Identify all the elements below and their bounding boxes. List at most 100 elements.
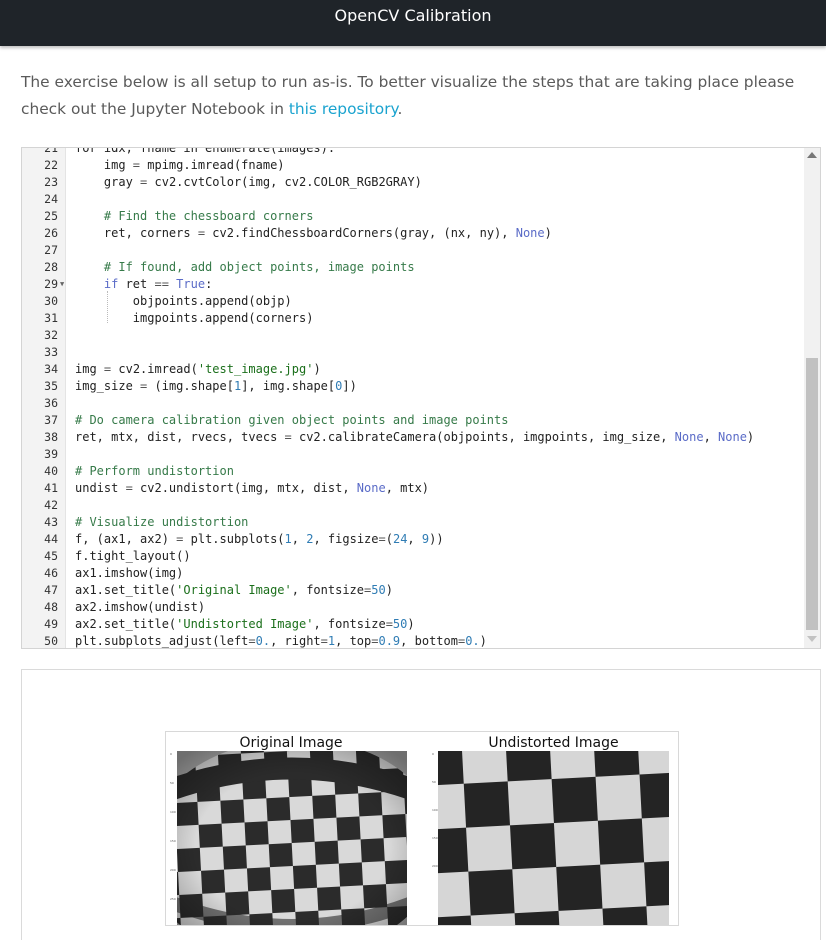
code-line[interactable]: 47 ax1.set_title('Original Image', fontsi…: [22, 582, 806, 599]
code-token: if: [75, 277, 119, 291]
line-number: 33: [44, 345, 58, 359]
code-editor[interactable]: 21 for idx, fname in enumerate(images): 22…: [21, 147, 821, 649]
code-token: ==: [154, 277, 169, 291]
code-line[interactable]: 21 for idx, fname in enumerate(images):: [22, 148, 806, 157]
scroll-up-arrow-icon[interactable]: [807, 152, 817, 158]
code-line[interactable]: 46 ax1.imshow(img): [22, 565, 806, 582]
axis-tick-label: 150: [170, 839, 176, 843]
axis-tick-label: 250: [170, 897, 176, 901]
line-number: 35: [44, 379, 58, 393]
code-line[interactable]: 25 # Find the chessboard corners: [22, 208, 806, 225]
code-line[interactable]: 28 # If found, add object points, image …: [22, 259, 806, 276]
code-token: , fontsize: [291, 583, 364, 597]
code-token: , mtx): [385, 481, 430, 495]
code-token: ): [746, 430, 755, 444]
code-line[interactable]: 24: [22, 191, 806, 208]
code-line[interactable]: 37 # Do camera calibration given object p…: [22, 412, 806, 429]
code-token: ], img.shape[: [241, 379, 336, 393]
fold-toggle-icon[interactable]: ▼: [60, 276, 64, 293]
code-line[interactable]: 30 objpoints.append(objp): [22, 293, 806, 310]
code-token: cv2.findChessboardCorners(gray, (nx, ny)…: [205, 226, 516, 240]
code-line[interactable]: 35 img_size = (img.shape[1], img.shape[0]…: [22, 378, 806, 395]
code-line[interactable]: 36: [22, 395, 806, 412]
code-text: # Find the chessboard corners: [75, 208, 314, 225]
page-title: OpenCV Calibration: [334, 6, 492, 25]
code-text: imgpoints.append(corners): [75, 310, 314, 327]
code-token: =: [197, 226, 206, 240]
code-line[interactable]: 44 f, (ax1, ax2) = plt.subplots(1, 2, fig…: [22, 531, 806, 548]
code-token: # Perform undistortion: [75, 464, 234, 478]
line-number: 50: [44, 634, 58, 648]
scroll-down-arrow-icon[interactable]: [807, 636, 817, 642]
code-token: cv2.imread(: [111, 362, 198, 376]
line-number: 30: [44, 294, 58, 308]
line-number: 43: [44, 515, 58, 529]
code-line[interactable]: 39: [22, 446, 806, 463]
code-line[interactable]: 42: [22, 497, 806, 514]
code-token: ): [313, 362, 321, 376]
code-token: 1: [284, 532, 292, 546]
code-line[interactable]: 49 ax2.set_title('Undistorted Image', fon…: [22, 616, 806, 633]
line-number: 34: [44, 362, 58, 376]
code-token: (img.shape[: [147, 379, 234, 393]
code-line[interactable]: 45 f.tight_layout(): [22, 548, 806, 565]
code-token: None: [356, 481, 386, 495]
code-token: =: [125, 481, 133, 495]
code-text: ax2.set_title('Undistorted Image', fonts…: [75, 616, 415, 633]
code-token: cv2.undistort(img, mtx, dist,: [132, 481, 357, 495]
code-token: 0.: [465, 634, 480, 648]
axis-tick-label: 50: [170, 781, 174, 785]
code-token: ): [544, 226, 552, 240]
code-token: 0.9: [378, 634, 401, 648]
line-number: 46: [44, 566, 58, 580]
code-text: img = cv2.imread('test_image.jpg'): [75, 361, 321, 378]
code-content[interactable]: 21 for idx, fname in enumerate(images): 22…: [22, 148, 806, 648]
editor-scrollbar[interactable]: [804, 148, 820, 648]
scrollbar-thumb[interactable]: [806, 358, 818, 630]
code-line[interactable]: 40 # Perform undistortion: [22, 463, 806, 480]
code-line[interactable]: 38 ret, mtx, dist, rvecs, tvecs = cv2.cal…: [22, 429, 806, 446]
line-number: 48: [44, 600, 58, 614]
code-token: (: [385, 532, 393, 546]
code-text: ax1.imshow(img): [75, 565, 183, 582]
code-line[interactable]: 29 ▼ if ret == True:: [22, 276, 806, 293]
axis-tick-label: 0: [432, 752, 434, 756]
code-line[interactable]: 27: [22, 242, 806, 259]
line-number: 49: [44, 617, 58, 631]
indent-guide: [107, 291, 108, 323]
code-text: # Do camera calibration given object poi…: [75, 412, 508, 429]
distorted-chessboard-image: [177, 751, 407, 925]
code-line[interactable]: 34 img = cv2.imread('test_image.jpg'): [22, 361, 806, 378]
code-line[interactable]: 48 ax2.imshow(undist): [22, 599, 806, 616]
line-number: 22: [44, 158, 58, 172]
code-line[interactable]: 22 img = mpimg.imread(fname): [22, 157, 806, 174]
code-token: f.tight_layout(): [75, 549, 191, 563]
undistorted-image: [438, 751, 669, 925]
code-line[interactable]: 23 gray = cv2.cvtColor(img, cv2.COLOR_RG…: [22, 174, 806, 191]
code-text: # Perform undistortion: [75, 463, 234, 480]
code-token: # If found, add object points, image poi…: [75, 260, 415, 274]
line-number: 29: [44, 277, 58, 291]
axis-tick-label: 200: [432, 864, 438, 868]
code-token: , figsize: [313, 532, 379, 546]
code-line[interactable]: 32: [22, 327, 806, 344]
code-line[interactable]: 50 plt.subplots_adjust(left=0., right=1, …: [22, 633, 806, 648]
repository-link[interactable]: this repository: [289, 100, 398, 118]
code-line[interactable]: 41 undist = cv2.undistort(img, mtx, dist,…: [22, 480, 806, 497]
code-token: ,: [291, 532, 307, 546]
code-token: gray: [75, 175, 141, 189]
code-text: gray = cv2.cvtColor(img, cv2.COLOR_RGB2G…: [75, 174, 422, 191]
code-token: ,: [703, 430, 719, 444]
code-token: ax1.imshow(img): [75, 566, 184, 580]
axis-tick-label: 0: [170, 752, 172, 756]
code-line[interactable]: 26 ret, corners = cv2.findChessboardCorn…: [22, 225, 806, 242]
line-number: 39: [44, 447, 58, 461]
code-token: ax2.set_title(: [75, 617, 177, 631]
code-token: ret: [118, 277, 155, 291]
line-number: 24: [44, 192, 58, 206]
code-token: ret, corners: [75, 226, 198, 240]
code-line[interactable]: 43 # Visualize undistortion: [22, 514, 806, 531]
code-line[interactable]: 33: [22, 344, 806, 361]
code-text: img = mpimg.imread(fname): [75, 157, 285, 174]
code-line[interactable]: 31 imgpoints.append(corners): [22, 310, 806, 327]
